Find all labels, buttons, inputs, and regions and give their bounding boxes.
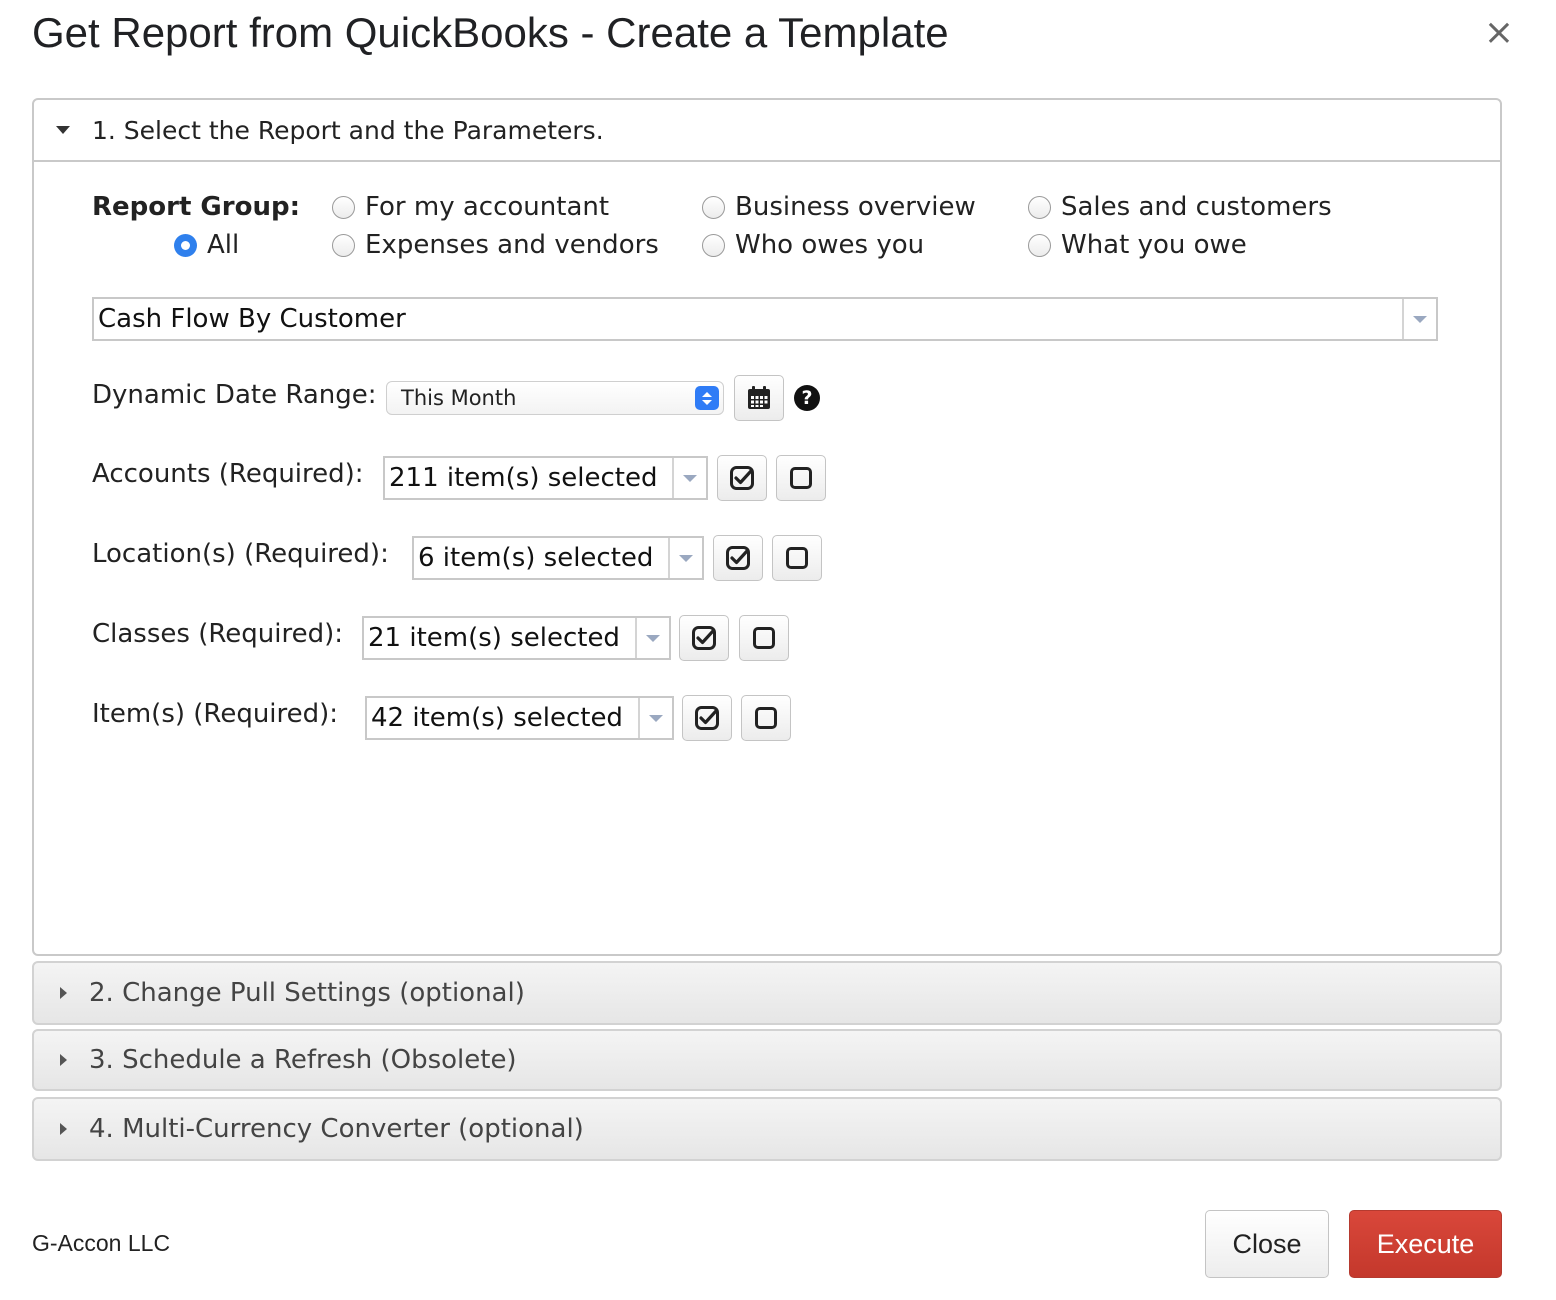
radio-icon [332, 195, 355, 219]
execute-button[interactable]: Execute [1349, 1210, 1502, 1278]
radio-icon [1028, 233, 1051, 257]
classes-select-all-button[interactable] [679, 615, 729, 661]
radio-label: Who owes you [735, 230, 925, 260]
check-square-icon [726, 546, 750, 570]
radio-icon [702, 233, 725, 257]
radio-label: For my accountant [365, 192, 610, 222]
company-name: G-Accon LLC [32, 1230, 171, 1256]
date-range-select[interactable]: This Month [386, 381, 724, 415]
expand-triangle-icon [60, 1123, 67, 1135]
items-label: Item(s) (Required): [92, 699, 339, 729]
accounts-select-all-button[interactable] [717, 455, 767, 501]
close-button[interactable]: Close [1205, 1210, 1329, 1278]
radio-label: What you owe [1061, 230, 1247, 260]
section-select-report: 1. Select the Report and the Parameters.… [32, 98, 1502, 956]
radio-all[interactable]: All [174, 230, 239, 260]
radio-for-my-accountant[interactable]: For my accountant [332, 192, 609, 222]
check-square-icon [730, 466, 754, 490]
radio-label: Sales and customers [1061, 192, 1332, 222]
radio-sales-and-customers[interactable]: Sales and customers [1028, 192, 1332, 222]
radio-business-overview[interactable]: Business overview [702, 192, 976, 222]
report-group-label: Report Group: [92, 192, 300, 222]
items-select-toggle[interactable] [638, 698, 672, 738]
classes-label: Classes (Required): [92, 619, 343, 649]
locations-clear-button[interactable] [772, 535, 822, 581]
expand-triangle-icon [60, 987, 67, 999]
locations-select[interactable]: 6 item(s) selected [412, 536, 704, 580]
empty-square-icon [755, 707, 777, 729]
dialog-title: Get Report from QuickBooks - Create a Te… [32, 9, 949, 56]
accounts-value: 211 item(s) selected [389, 463, 658, 493]
calendar-button[interactable] [734, 375, 784, 421]
radio-label: Business overview [735, 192, 976, 222]
collapse-triangle-icon [56, 126, 70, 134]
section-title: 4. Multi-Currency Converter (optional) [89, 1114, 584, 1144]
radio-icon [702, 195, 725, 219]
locations-select-all-button[interactable] [713, 535, 763, 581]
locations-value: 6 item(s) selected [418, 543, 654, 573]
expand-triangle-icon [60, 1054, 67, 1066]
radio-label: All [207, 230, 240, 260]
chevron-down-icon [1413, 315, 1427, 323]
section-header-3[interactable]: 3. Schedule a Refresh (Obsolete) [32, 1029, 1502, 1091]
section-header-2[interactable]: 2. Change Pull Settings (optional) [32, 961, 1502, 1025]
radio-label: Expenses and vendors [365, 230, 659, 260]
empty-square-icon [753, 627, 775, 649]
section-title: 2. Change Pull Settings (optional) [89, 978, 525, 1008]
radio-expenses-and-vendors[interactable]: Expenses and vendors [332, 230, 659, 260]
radio-icon [1028, 195, 1051, 219]
report-select-toggle[interactable] [1402, 299, 1436, 339]
radio-checked-icon [174, 233, 197, 257]
date-range-value: This Month [401, 386, 517, 410]
check-square-icon [692, 626, 716, 650]
items-value: 42 item(s) selected [371, 703, 623, 733]
locations-select-toggle[interactable] [668, 538, 702, 578]
radio-icon [332, 233, 355, 257]
accounts-clear-button[interactable] [776, 455, 826, 501]
radio-who-owes-you[interactable]: Who owes you [702, 230, 924, 260]
section-header-1[interactable]: 1. Select the Report and the Parameters. [34, 100, 1500, 162]
accounts-select[interactable]: 211 item(s) selected [383, 456, 708, 500]
classes-select-toggle[interactable] [635, 618, 669, 658]
items-clear-button[interactable] [741, 695, 791, 741]
empty-square-icon [786, 547, 808, 569]
empty-square-icon [790, 467, 812, 489]
locations-label: Location(s) (Required): [92, 539, 389, 569]
select-stepper-icon [695, 386, 719, 410]
items-select-all-button[interactable] [682, 695, 732, 741]
classes-clear-button[interactable] [739, 615, 789, 661]
section-header-4[interactable]: 4. Multi-Currency Converter (optional) [32, 1097, 1502, 1161]
close-icon[interactable]: × [1481, 12, 1517, 53]
radio-what-you-owe[interactable]: What you owe [1028, 230, 1247, 260]
check-square-icon [695, 706, 719, 730]
calendar-icon [748, 386, 770, 409]
help-icon[interactable]: ? [794, 385, 820, 411]
accounts-select-toggle[interactable] [672, 458, 706, 498]
chevron-down-icon [646, 634, 660, 642]
items-select[interactable]: 42 item(s) selected [365, 696, 674, 740]
accounts-label: Accounts (Required): [92, 459, 364, 489]
chevron-down-icon [679, 554, 693, 562]
report-select[interactable]: Cash Flow By Customer [92, 297, 1438, 341]
section-title: 3. Schedule a Refresh (Obsolete) [89, 1045, 517, 1075]
chevron-down-icon [683, 474, 697, 482]
classes-value: 21 item(s) selected [368, 623, 620, 653]
chevron-down-icon [649, 714, 663, 722]
date-range-label: Dynamic Date Range: [92, 380, 377, 410]
section-title: 1. Select the Report and the Parameters. [92, 115, 604, 145]
classes-select[interactable]: 21 item(s) selected [362, 616, 671, 660]
report-select-value: Cash Flow By Customer [98, 304, 406, 334]
